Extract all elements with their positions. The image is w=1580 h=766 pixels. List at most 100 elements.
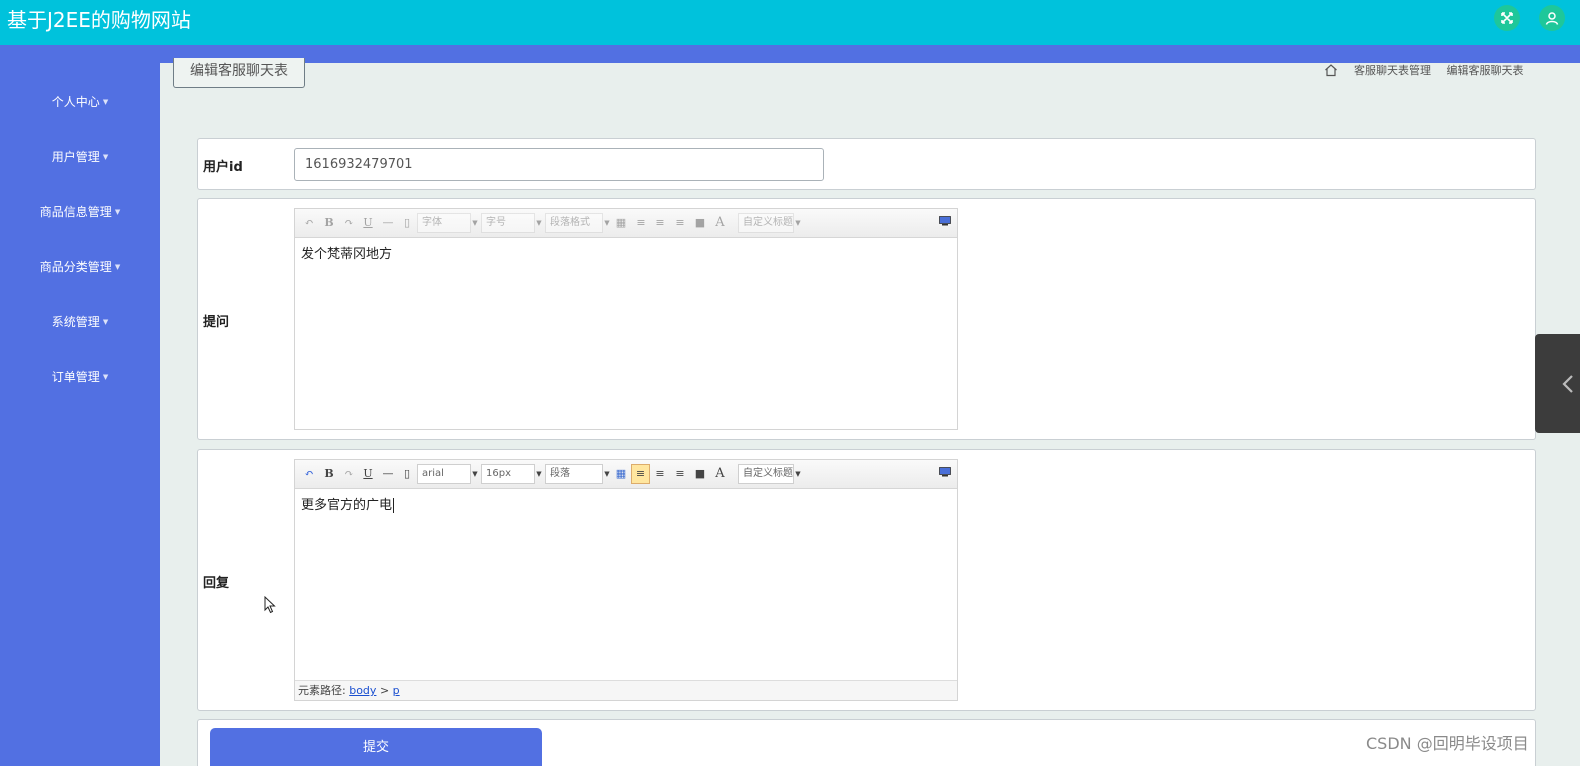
- user-icon: [1545, 12, 1559, 25]
- font-family-select[interactable]: arial ▼: [417, 464, 478, 484]
- bold-icon[interactable]: B: [321, 215, 337, 231]
- document-icon[interactable]: ▯: [399, 215, 415, 231]
- reply-editor: ↶ B ↷ U — ▯ arial ▼ 16px ▼ 段落 ▼ ▦ ≡ ≡ ≡ ■ A…: [294, 459, 958, 701]
- font-color-icon[interactable]: A: [712, 215, 728, 231]
- underline-icon[interactable]: U: [360, 215, 376, 231]
- home-icon[interactable]: [1324, 63, 1338, 77]
- sidebar-item-label: 订单管理: [51, 370, 100, 384]
- bold-icon[interactable]: B: [321, 466, 337, 482]
- mouse-cursor-icon: [264, 596, 276, 614]
- table-icon[interactable]: ▦: [613, 466, 629, 482]
- sidebar-item-label: 商品分类管理: [39, 260, 112, 274]
- align-justify-icon[interactable]: ■: [692, 215, 708, 231]
- sidebar-item-user-management[interactable]: 用户管理 ▼: [0, 147, 160, 167]
- sidebar: 个人中心 ▼ 用户管理 ▼ 商品信息管理 ▼ 商品分类管理 ▼ 系统管理 ▼ 订单管理 ▼: [0, 45, 160, 766]
- sidebar-item-personal-center[interactable]: 个人中心 ▼: [0, 92, 160, 112]
- paragraph-format-select[interactable]: 段落格式 ▼: [545, 213, 610, 233]
- paragraph-format-value: 段落格式: [550, 217, 590, 228]
- element-path-bar: 元素路径: body > p: [295, 680, 957, 700]
- dropdown-arrow-icon: ▼: [795, 470, 801, 478]
- element-path-body-link[interactable]: body: [349, 684, 376, 697]
- watermark: CSDN @回明毕设项目: [1366, 734, 1529, 753]
- dropdown-arrow-icon: ▼: [604, 219, 610, 227]
- paragraph-format-select[interactable]: 段落 ▼: [545, 464, 610, 484]
- underline-icon[interactable]: U: [360, 466, 376, 482]
- question-editor-content[interactable]: 发个梵蒂冈地方: [295, 238, 957, 272]
- reply-panel: 回复 ↶ B ↷ U — ▯ arial ▼ 16px ▼ 段落 ▼ ▦ ≡ ≡ ≡ …: [197, 449, 1536, 711]
- dropdown-arrow-icon: ▼: [536, 470, 542, 478]
- dropdown-arrow-icon: ▼: [604, 470, 610, 478]
- reply-editor-toolbar: ↶ B ↷ U — ▯ arial ▼ 16px ▼ 段落 ▼ ▦ ≡ ≡ ≡ ■ A…: [295, 460, 957, 489]
- sidebar-item-product-category[interactable]: 商品分类管理 ▼: [0, 257, 160, 277]
- font-size-select[interactable]: 字号 ▼: [481, 213, 542, 233]
- dropdown-arrow-icon: ▼: [472, 470, 478, 478]
- font-color-icon[interactable]: A: [712, 466, 728, 482]
- question-label: 提问: [203, 315, 230, 330]
- font-size-value: 字号: [486, 217, 506, 228]
- table-icon[interactable]: ▦: [613, 215, 629, 231]
- breadcrumb-item[interactable]: 客服聊天表管理: [1354, 62, 1431, 78]
- fullscreen-editor-icon[interactable]: [937, 215, 953, 231]
- sidebar-item-system[interactable]: 系统管理 ▼: [0, 312, 160, 332]
- question-panel: 提问 ↶ B ↷ U — ▯ 字体 ▼ 字号 ▼ 段落格式 ▼ ▦ ≡ ≡ ≡ ■ A…: [197, 198, 1536, 440]
- caret-down-icon: ▼: [102, 373, 109, 381]
- undo-icon[interactable]: ↶: [301, 466, 317, 482]
- font-size-select[interactable]: 16px ▼: [481, 464, 542, 484]
- sidebar-item-label: 商品信息管理: [39, 205, 112, 219]
- top-bar: 基于J2EE的购物网站: [0, 0, 1580, 45]
- font-size-value: 16px: [486, 468, 511, 479]
- font-family-select[interactable]: 字体 ▼: [417, 213, 478, 233]
- dropdown-arrow-icon: ▼: [795, 219, 801, 227]
- monitor-icon: [939, 216, 951, 226]
- fullscreen-icon: [1501, 12, 1513, 24]
- submit-button[interactable]: 提交: [210, 728, 542, 766]
- align-right-icon[interactable]: ≡: [652, 466, 668, 482]
- custom-heading-value: 自定义标题: [743, 217, 793, 228]
- chevron-left-icon: [1562, 374, 1573, 393]
- font-family-value: 字体: [422, 217, 442, 228]
- sidebar-item-product-info[interactable]: 商品信息管理 ▼: [0, 202, 160, 222]
- user-id-panel: 用户id 1616932479701: [197, 138, 1536, 190]
- custom-heading-select[interactable]: 自定义标题 ▼: [738, 213, 801, 233]
- undo-icon[interactable]: ↶: [301, 215, 317, 231]
- fullscreen-editor-icon[interactable]: [937, 466, 953, 482]
- redo-icon[interactable]: ↷: [341, 215, 357, 231]
- caret-down-icon: ▼: [114, 263, 121, 271]
- user-id-label: 用户id: [203, 160, 243, 175]
- sidebar-item-label: 用户管理: [51, 150, 100, 164]
- monitor-icon: [939, 467, 951, 477]
- app-title: 基于J2EE的购物网站: [7, 8, 191, 32]
- sidebar-item-label: 系统管理: [51, 315, 100, 329]
- sidebar-item-label: 个人中心: [51, 95, 100, 109]
- element-path-label: 元素路径:: [298, 684, 346, 697]
- reply-text: 更多官方的广电: [301, 498, 393, 513]
- reply-label: 回复: [203, 576, 230, 591]
- text-caret: [393, 498, 395, 513]
- caret-down-icon: ▼: [102, 318, 109, 326]
- question-editor: ↶ B ↷ U — ▯ 字体 ▼ 字号 ▼ 段落格式 ▼ ▦ ≡ ≡ ≡ ■ A 自定…: [294, 208, 958, 430]
- align-center-icon[interactable]: ≡: [672, 466, 688, 482]
- breadcrumb-item: 编辑客服聊天表: [1446, 64, 1524, 77]
- custom-heading-select[interactable]: 自定义标题 ▼: [738, 464, 801, 484]
- reply-editor-content[interactable]: 更多官方的广电: [295, 489, 957, 523]
- align-center-icon[interactable]: ≡: [672, 215, 688, 231]
- align-justify-icon[interactable]: ■: [692, 466, 708, 482]
- user-id-input[interactable]: 1616932479701: [294, 148, 824, 181]
- redo-icon[interactable]: ↷: [341, 466, 357, 482]
- element-path-p-link[interactable]: p: [393, 684, 400, 697]
- side-panel-toggle[interactable]: [1535, 334, 1580, 433]
- page-tab[interactable]: 编辑客服聊天表: [173, 58, 305, 88]
- user-button[interactable]: [1539, 5, 1565, 31]
- align-left-icon[interactable]: ≡: [631, 464, 650, 484]
- align-right-icon[interactable]: ≡: [652, 215, 668, 231]
- horizontal-rule-icon[interactable]: —: [380, 466, 396, 482]
- breadcrumb: 客服聊天表管理 编辑客服聊天表: [1324, 62, 1524, 78]
- horizontal-rule-icon[interactable]: —: [380, 215, 396, 231]
- fullscreen-button[interactable]: [1494, 5, 1520, 31]
- dropdown-arrow-icon: ▼: [536, 219, 542, 227]
- breadcrumb-separator: [1437, 64, 1441, 77]
- align-left-icon[interactable]: ≡: [633, 215, 649, 231]
- document-icon[interactable]: ▯: [399, 466, 415, 482]
- sidebar-item-orders[interactable]: 订单管理 ▼: [0, 367, 160, 387]
- element-path-separator: >: [379, 684, 390, 697]
